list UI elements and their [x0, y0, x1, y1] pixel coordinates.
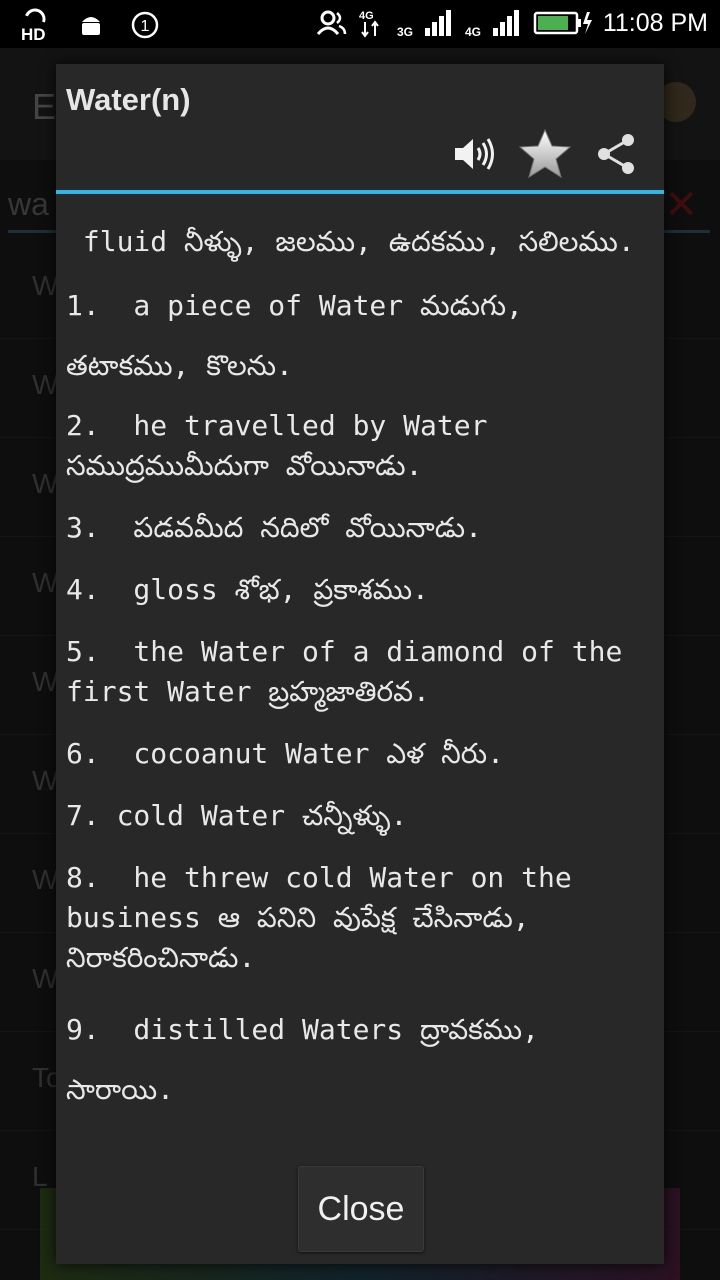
dialog-divider [56, 190, 664, 194]
network-4g-icon: 4G [357, 8, 387, 38]
android-icon [78, 12, 104, 38]
share-icon[interactable] [592, 130, 640, 178]
list-item: 8. he threw cold Water on the business ఆ… [66, 861, 589, 974]
close-button[interactable]: Close [298, 1166, 424, 1252]
list-item: 2. he travelled by Water సముద్రముమీదుగా … [66, 409, 505, 482]
notification-badge: 1 [141, 18, 150, 35]
star-icon[interactable] [518, 128, 572, 180]
list-item: 9. distilled Waters ద్రావకము, సారాయి. [66, 1013, 556, 1106]
network-4g-2-label: 4G [465, 25, 481, 38]
screen: HD 1 4G 3G 4G 11:08 PM Water(n) fluid నీ… [0, 0, 720, 1280]
dialog-title: Water(n) [66, 82, 191, 117]
hd-label: HD [21, 25, 46, 42]
battery-charging-icon [533, 10, 593, 36]
signal-4g-icon: 4G [465, 8, 523, 38]
person-icon [316, 10, 347, 36]
word-dialog: Water(n) fluid నీళ్ళు, జలము, ఉదకము, సలిల… [56, 64, 664, 1264]
dialog-content[interactable]: fluid నీళ్ళు, జలము, ఉదకము, సలిలము. 1. a … [66, 212, 656, 1162]
list-item: 7. cold Water చన్నీళ్ళు. [66, 799, 408, 832]
list-item: 5. the Water of a diamond of the first W… [66, 635, 640, 708]
list-item: 4. gloss శోభ, ప్రకాశము. [66, 573, 429, 606]
notification-count-icon: 1 [130, 10, 160, 40]
list-item: 3. పడవమీద నదిలో వోయినాడు. [66, 511, 482, 544]
definition-text: fluid నీళ్ళు, జలము, ఉదకము, సలిలము. [66, 225, 635, 258]
hd-icon: HD [18, 8, 52, 42]
signal-3g-icon: 3G [397, 8, 455, 38]
speaker-icon[interactable] [452, 134, 498, 174]
list-item: 6. cocoanut Water ఎళ నీరు. [66, 737, 504, 770]
status-bar-left: HD 1 [18, 8, 160, 42]
network-4g-label: 4G [359, 10, 374, 22]
list-item: 1. a piece of Water మడుగు, తటాకము, కొలను… [66, 289, 540, 382]
dialog-actions [452, 128, 640, 180]
network-3g-label: 3G [397, 25, 413, 38]
status-bar-right: 4G 3G 4G 11:08 PM [316, 8, 708, 38]
status-bar: HD 1 4G 3G 4G 11:08 PM [0, 0, 720, 48]
status-time: 11:08 PM [602, 8, 708, 37]
